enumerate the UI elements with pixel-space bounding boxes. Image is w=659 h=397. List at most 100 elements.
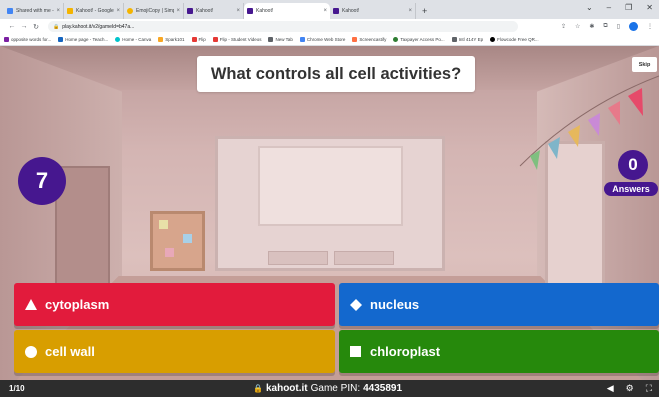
bookmark-label: opposite words for... [11,37,52,42]
answer-option-nucleus[interactable]: nucleus [339,283,659,326]
browser-tab[interactable]: Kahoot! - Google Slides × [64,3,124,19]
bookmark-icon [451,37,457,42]
kahoot-game-stage: What controls all cell activities? Skip … [0,46,659,397]
browser-tab[interactable]: Kahoot! × [184,3,244,19]
game-footer: 1/10 🔒 kahoot.it Game PIN: 4435891 ◀ ⚙ ⛶ [0,380,659,397]
answer-label: cell wall [45,344,95,359]
bookmark-item[interactable]: Intl 414Y Ep [451,37,483,42]
chrome-store-icon [299,37,305,42]
browser-tab[interactable]: Kahoot! × [330,3,416,19]
puzzle-icon[interactable]: ⧉ [603,23,607,30]
cork-note [165,248,174,257]
url-field[interactable]: 🔒 play.kahoot.it/v2/gameId=b47a... [48,21,518,32]
bookmark-item[interactable]: Flip [191,37,206,42]
question-banner: What controls all cell activities? [197,56,475,92]
tab-title: Shared with me - Google Dr [16,8,54,14]
bookmark-label: New Tab [275,37,293,42]
sidebar-icon[interactable]: ▯ [617,23,620,30]
bookmark-item[interactable]: Spark101 [158,37,185,42]
extension-icon[interactable]: ✱ [589,23,594,30]
answer-label: nucleus [370,297,420,312]
board-panel [268,251,328,265]
chevron-down-icon[interactable]: ⌄ [586,3,593,12]
close-icon[interactable]: × [56,8,60,14]
browser-tab[interactable]: Shared with me - Google Dr × [4,3,64,19]
bookmark-item[interactable]: Screencastify [352,37,386,42]
bookmark-item[interactable]: Chrome Web Store [299,37,345,42]
board-panel [334,251,394,265]
bookmark-item[interactable]: Flowcode Free QR... [490,37,539,42]
share-icon[interactable]: ⇪ [561,23,566,30]
close-icon[interactable]: × [116,8,120,14]
answers-label: Answers [604,182,658,196]
new-tab-button[interactable]: + [416,3,433,19]
tab-title: EmojiCopy | Simple emoji [136,8,174,14]
menu-icon[interactable]: ⋮ [647,23,653,30]
square-icon [349,345,362,358]
google-drive-icon [7,8,13,14]
answer-option-cell-wall[interactable]: cell wall [14,330,335,373]
answer-option-chloroplast[interactable]: chloroplast [339,330,659,373]
kahoot-icon [247,8,253,14]
bookmark-item[interactable]: New Tab [268,37,293,42]
emoji-icon [127,8,133,14]
skip-button[interactable]: Skip [632,57,657,72]
canva-icon [115,37,121,42]
close-icon[interactable]: × [408,8,412,14]
avatar[interactable] [629,22,638,31]
bookmark-icon [4,37,9,42]
tab-title: Kahoot! [196,8,214,14]
minimize-icon[interactable]: – [607,3,611,12]
answers-count: 0 [618,150,648,180]
bookmark-label: Taxpayer Access Po... [400,37,445,42]
flowcode-icon [490,37,496,42]
bookmarks-bar: opposite words for... Home page - Teach.… [0,34,659,46]
footer-tools: ◀ ⚙ ⛶ [607,383,652,394]
settings-icon[interactable]: ⚙ [626,383,634,394]
bookmark-item[interactable]: Flip - Student Videos [212,37,262,42]
tab-title: Kahoot! [256,8,274,14]
browser-toolbar: ⇪ ☆ ✱ ⧉ ▯ ⋮ [561,22,653,31]
tab-title: Kahoot! [342,8,360,14]
bookmark-icon [158,37,164,42]
answer-label: chloroplast [370,344,441,359]
screencastify-icon [352,37,358,42]
close-window-icon[interactable]: ✕ [646,3,653,12]
forward-icon[interactable]: → [18,23,30,30]
lock-icon: 🔒 [253,384,263,393]
countdown-timer: 7 [18,157,66,205]
bookmark-icon [58,37,64,42]
reload-icon[interactable]: ↻ [30,23,42,31]
close-icon[interactable]: × [323,8,327,14]
question-counter: 1/10 [9,384,25,393]
close-icon[interactable]: × [236,8,240,14]
browser-tab[interactable]: EmojiCopy | Simple emoji × [124,3,184,19]
back-icon[interactable]: ← [6,23,18,30]
bookmark-label: Flip - Student Videos [219,37,262,42]
bookmark-icon [393,37,399,42]
cork-note [183,234,192,243]
bookmark-label: Spark101 [165,37,185,42]
lock-icon: 🔒 [53,23,60,30]
bookmark-label: Flip [198,37,206,42]
fullscreen-icon[interactable]: ⛶ [646,383,652,394]
maximize-icon[interactable]: ❐ [625,3,632,12]
bookmark-item[interactable]: Home page - Teach... [58,37,108,42]
bookmark-label: Screencastify [359,37,387,42]
answer-option-cytoplasm[interactable]: cytoplasm [14,283,335,326]
bookmark-item[interactable]: opposite words for... [4,37,51,42]
slides-icon [67,8,73,14]
circle-icon [24,345,37,358]
bookmark-item[interactable]: Home - Canva [115,37,151,42]
browser-tab-active[interactable]: Kahoot! × [244,3,330,19]
game-pin-area: 🔒 kahoot.it Game PIN: 4435891 [253,383,402,394]
star-icon[interactable]: ☆ [575,23,580,30]
classroom-screen [258,146,403,226]
url-text: play.kahoot.it/v2/gameId=b47a... [62,23,135,30]
bookmark-item[interactable]: Taxpayer Access Po... [393,37,445,42]
cork-note [159,220,168,229]
bookmark-icon [268,37,274,42]
close-icon[interactable]: × [176,8,180,14]
volume-icon[interactable]: ◀ [607,383,614,394]
answer-label: cytoplasm [45,297,110,312]
